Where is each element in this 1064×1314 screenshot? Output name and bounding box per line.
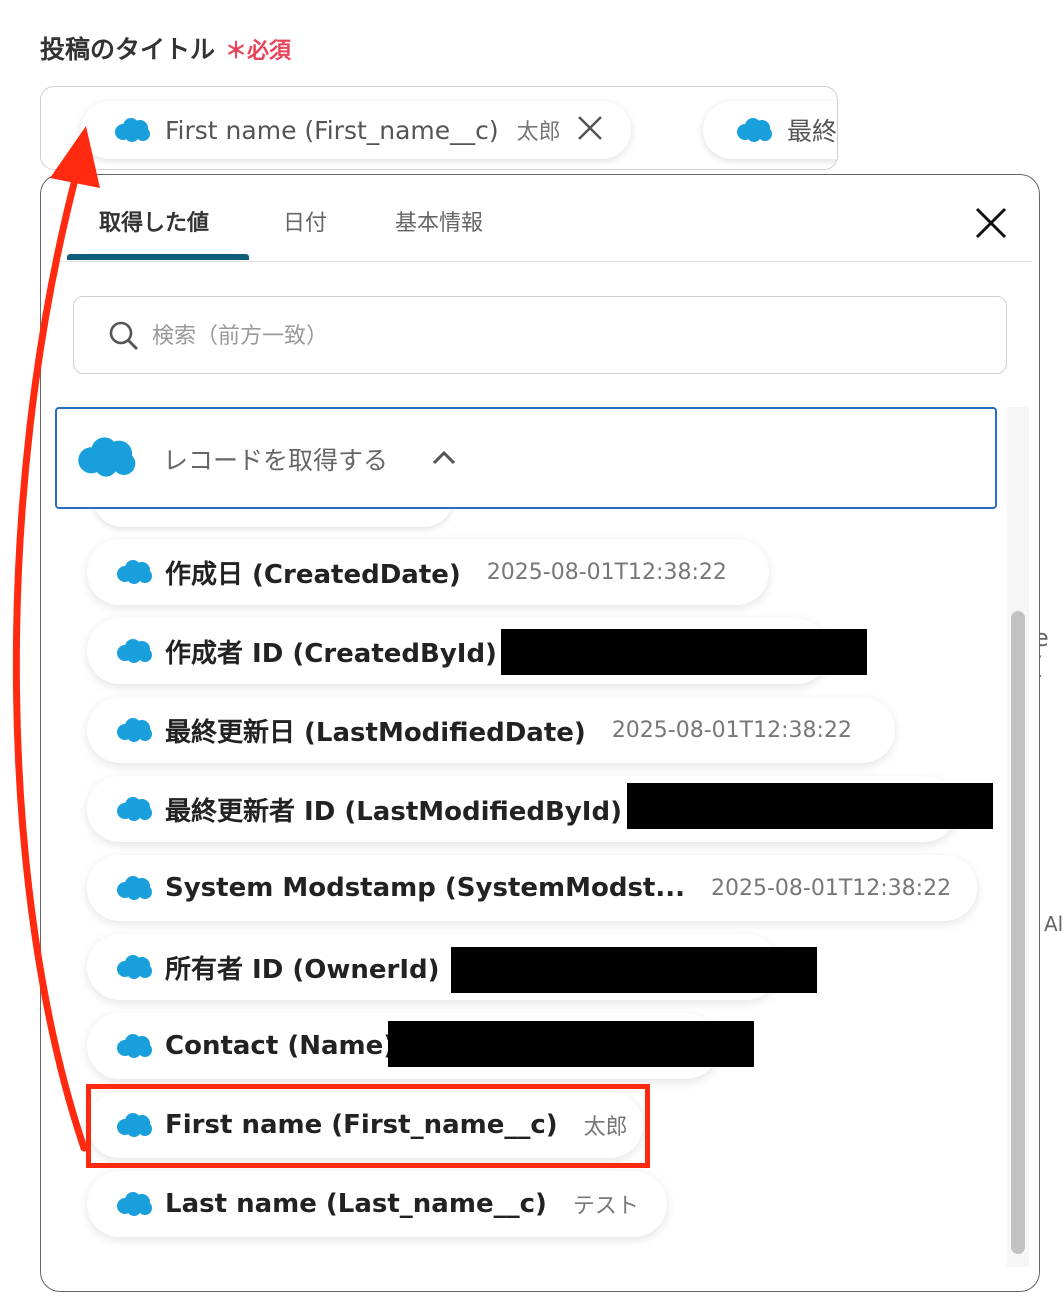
close-icon[interactable] (577, 113, 603, 147)
chip-name: First name (First_name__c) (165, 115, 499, 145)
salesforce-cloud-icon (117, 876, 152, 900)
item-value: 2025-08-01T12:38:22 (611, 717, 852, 743)
close-icon (975, 207, 1007, 239)
redacted-value (451, 947, 817, 993)
search-box (73, 296, 1007, 374)
record-group-header[interactable]: レコードを取得する (55, 407, 997, 509)
chip-value: 太郎 (516, 120, 561, 145)
salesforce-cloud-icon (737, 118, 772, 142)
salesforce-cloud-icon (115, 118, 150, 142)
redacted-value (501, 629, 867, 675)
item-value: 2025-08-01T12:38:22 (486, 559, 727, 585)
salesforce-cloud-icon (117, 1034, 152, 1058)
redacted-value (627, 783, 993, 829)
chevron-up-icon[interactable] (430, 447, 458, 467)
item-value: テスト (572, 1194, 639, 1219)
item-value: 2025-08-01T12:38:22 (710, 875, 952, 901)
item-name: 最終更新者 ID (LastModifiedById) (165, 796, 622, 827)
tab-basic-info[interactable]: 基本情報 (395, 205, 483, 237)
search-input[interactable] (150, 317, 954, 355)
close-panel-button[interactable] (971, 203, 1011, 243)
field-chip-last-modified[interactable]: 最終 (703, 101, 838, 159)
record-group-title: レコードを取得する (163, 446, 389, 475)
required-star: ＊ (225, 39, 248, 64)
salesforce-cloud-icon (117, 639, 152, 663)
list-item-last-name[interactable]: Last name (Last_name__c) テスト (87, 1171, 667, 1237)
tab-divider (49, 261, 1032, 262)
field-label-text: 投稿のタイトル (40, 35, 216, 64)
item-name: 所有者 ID (OwnerId) (165, 954, 440, 985)
tab-retrieved-values[interactable]: 取得した値 (99, 205, 209, 237)
background-fragment: Al (1044, 912, 1064, 936)
salesforce-cloud-icon (117, 1192, 152, 1216)
required-text: 必須 (247, 39, 292, 64)
search-icon (109, 321, 138, 350)
item-name: Contact (Name) (165, 1031, 396, 1061)
highlight-box (86, 1084, 650, 1168)
active-tab-indicator (67, 254, 249, 260)
item-name: 作成日 (CreatedDate) (165, 559, 461, 590)
list-item-last-modified-date[interactable]: 最終更新日 (LastModifiedDate) 2025-08-01T12:3… (87, 697, 895, 763)
item-name: System Modstamp (SystemModst... (165, 873, 685, 903)
field-chip-first-name[interactable]: First name (First_name__c) 太郎 (81, 101, 631, 159)
item-name: 作成者 ID (CreatedById) (165, 638, 497, 669)
list-item-created-date[interactable]: 作成日 (CreatedDate) 2025-08-01T12:38:22 (87, 539, 769, 605)
chip-name: 最終 (787, 117, 838, 146)
salesforce-cloud-icon (117, 560, 152, 584)
item-name: Last name (Last_name__c) (165, 1189, 547, 1219)
salesforce-cloud-icon (117, 718, 152, 742)
field-label: 投稿のタイトル ＊必須 (40, 30, 291, 66)
title-field[interactable]: First name (First_name__c) 太郎 最終 (40, 86, 838, 170)
salesforce-cloud-icon (117, 955, 152, 979)
redacted-value (388, 1021, 754, 1067)
list-item-system-modstamp[interactable]: System Modstamp (SystemModst... 2025-08-… (87, 855, 977, 921)
salesforce-cloud-icon (117, 797, 152, 821)
salesforce-cloud-icon (78, 437, 136, 477)
item-name: 最終更新日 (LastModifiedDate) (165, 717, 586, 748)
scrollbar-thumb[interactable] (1011, 611, 1025, 1254)
tab-date[interactable]: 日付 (283, 205, 327, 237)
